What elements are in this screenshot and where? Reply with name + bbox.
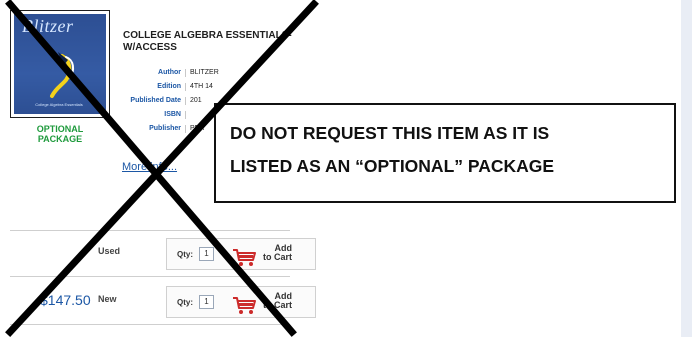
new-cart-controls: Qty: 1 Add to Cart: [166, 286, 316, 318]
used-condition: Used: [98, 246, 121, 256]
new-qty-input[interactable]: 1: [199, 295, 214, 309]
product-page: Blitzer College Algebra Essentials OPTIO…: [0, 0, 692, 337]
more-info-link[interactable]: More info...: [122, 161, 177, 173]
cart-icon[interactable]: [231, 246, 257, 268]
do-not-request-notice: DO NOT REQUEST THIS ITEM AS IT IS LISTED…: [214, 103, 676, 203]
add-label-2: to Cart: [263, 252, 292, 262]
notice-line-2: LISTED AS AN “OPTIONAL” PACKAGE: [230, 156, 555, 176]
author-value: BLITZER: [185, 69, 253, 77]
edition-label: Edition: [157, 83, 181, 90]
divider-mid: [10, 276, 290, 277]
new-qty-label: Qty:: [177, 298, 193, 307]
add-label-2: to Cart: [263, 300, 292, 310]
used-add-to-cart-button[interactable]: Add to Cart: [263, 244, 292, 262]
optional-package-label: OPTIONAL PACKAGE: [36, 124, 84, 144]
divider-top: [10, 230, 290, 231]
offer-row-used: Used Qty: 1 Add to Cart: [10, 236, 316, 272]
used-qty-label: Qty:: [177, 250, 193, 259]
publisher-label: Publisher: [149, 125, 181, 132]
used-cart-controls: Qty: 1 Add to Cart: [166, 238, 316, 270]
cover-subtitle: College Algebra Essentials: [35, 102, 83, 107]
divider-bottom: [10, 324, 290, 325]
meta-author-row: Author BLITZER: [123, 69, 253, 77]
edition-value: 4TH 14: [185, 83, 253, 91]
new-add-to-cart-button[interactable]: Add to Cart: [263, 292, 292, 310]
new-price: $147.50: [40, 292, 91, 308]
book-title: COLLEGE ALGEBRA ESSENTIALS-W/ACCESS: [123, 30, 292, 53]
meta-edition-row: Edition 4TH 14: [123, 83, 253, 91]
right-scroll-strip[interactable]: [681, 0, 692, 337]
cart-icon[interactable]: [231, 294, 257, 316]
cover-title: Blitzer: [22, 16, 74, 36]
published-label: Published Date: [130, 97, 181, 104]
author-label: Author: [158, 69, 181, 76]
offer-row-new: $147.50 New Qty: 1 Add to Cart: [10, 284, 316, 320]
used-qty-input[interactable]: 1: [199, 247, 214, 261]
book-cover[interactable]: Blitzer College Algebra Essentials: [10, 10, 110, 118]
notice-line-1: DO NOT REQUEST THIS ITEM AS IT IS: [230, 123, 550, 143]
cover-art: Blitzer College Algebra Essentials: [14, 14, 106, 114]
new-condition: New: [98, 294, 117, 304]
isbn-label: ISBN: [164, 111, 181, 118]
